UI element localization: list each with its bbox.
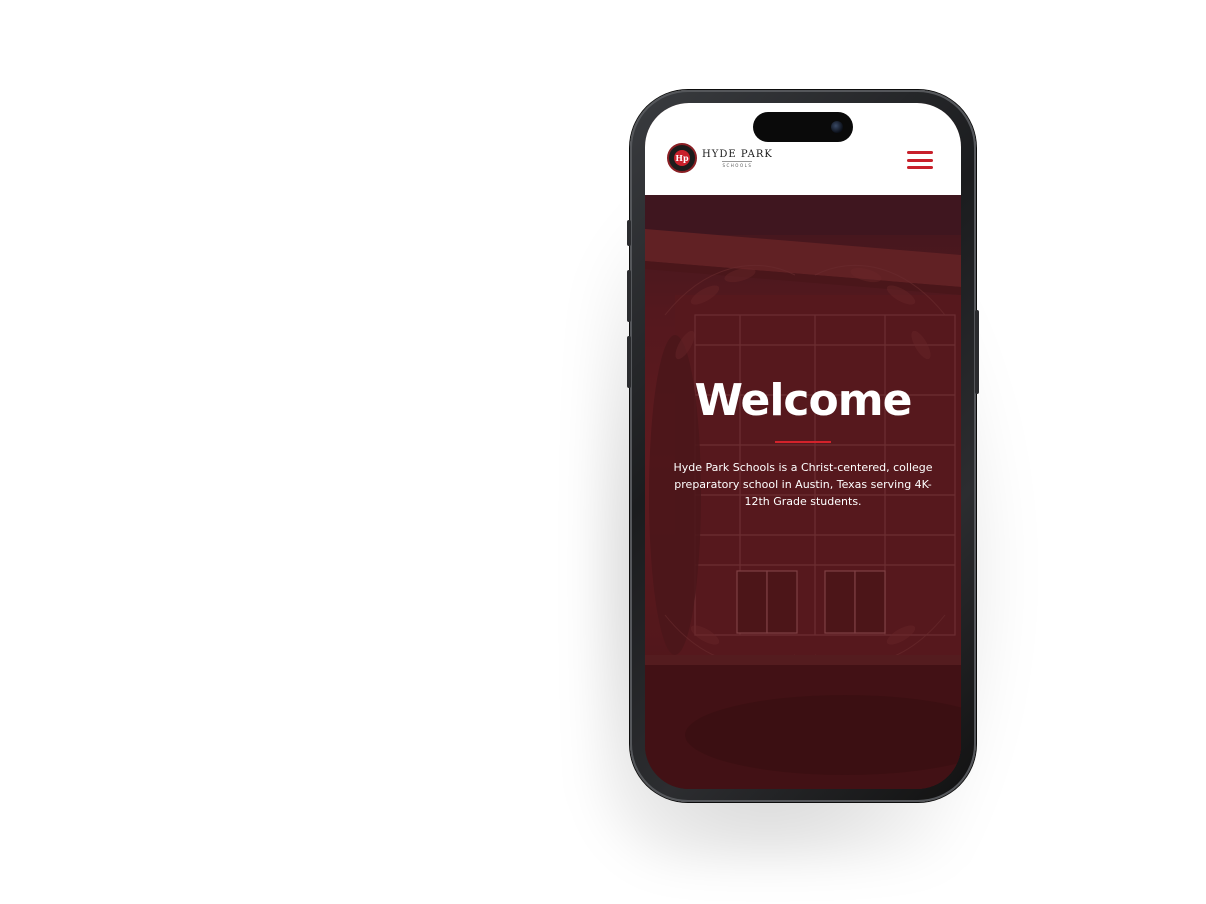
volume-down-button [627, 336, 631, 388]
phone-screen: Hp HYDE PARK SCHOOLS Welcome Hyde Park S… [645, 103, 961, 789]
logo-wordmark: HYDE PARK SCHOOLS [702, 149, 773, 168]
hamburger-line [907, 158, 933, 162]
site-logo[interactable]: Hp HYDE PARK SCHOOLS [667, 143, 773, 173]
logo-monogram: Hp [674, 150, 690, 166]
crest-icon: Hp [667, 143, 697, 173]
hero-section: Welcome Hyde Park Schools is a Christ-ce… [645, 195, 961, 789]
hero-content: Welcome Hyde Park Schools is a Christ-ce… [645, 375, 961, 510]
hamburger-line [907, 151, 933, 154]
dynamic-island [753, 112, 853, 142]
hero-description: Hyde Park Schools is a Christ-centered, … [673, 461, 933, 508]
logo-title: HYDE PARK [702, 148, 773, 160]
mockup-stage: Hp HYDE PARK SCHOOLS Welcome Hyde Park S… [0, 0, 1206, 904]
hamburger-line [907, 166, 933, 169]
hamburger-menu-icon[interactable] [907, 151, 933, 169]
camera-icon [831, 121, 843, 133]
hero-divider [775, 441, 831, 443]
logo-subtitle: SCHOOLS [722, 160, 753, 168]
volume-up-button [627, 270, 631, 322]
phone-frame: Hp HYDE PARK SCHOOLS Welcome Hyde Park S… [627, 90, 979, 802]
power-button [975, 310, 979, 394]
hero-title: Welcome [694, 375, 913, 426]
action-button [627, 220, 631, 246]
